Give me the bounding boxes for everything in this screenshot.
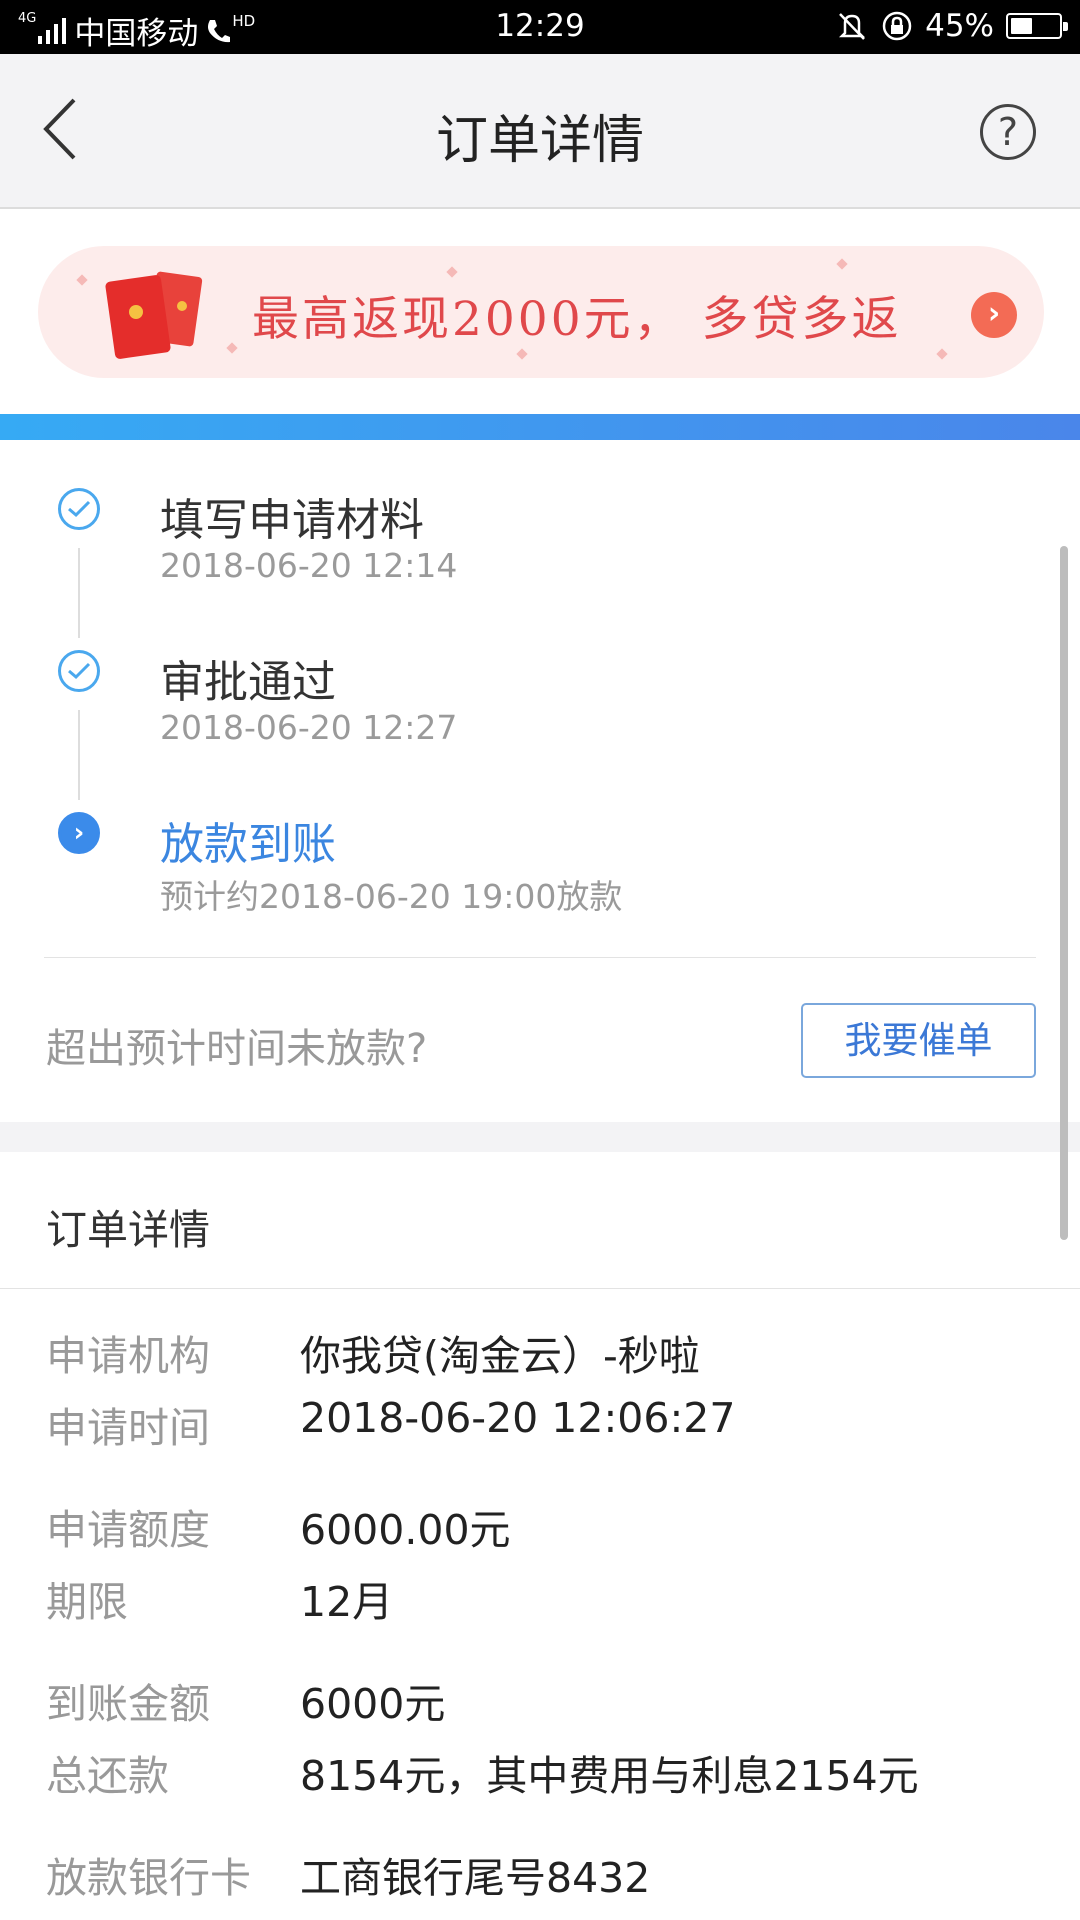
status-bar: 4G 中国移动 HD 12:29 45% [0,0,1080,54]
detail-label: 总还款 [46,1752,169,1800]
check-circle-icon [58,488,100,530]
detail-value: 12月 [300,1578,394,1626]
chevron-right-circle-icon: › [58,812,100,854]
gradient-stripe [0,414,1080,440]
urge-order-button[interactable]: 我要催单 [801,1003,1036,1078]
step-title: 填写申请材料 [160,495,424,546]
details-title: 订单详情 [46,1206,210,1254]
promo-banner[interactable]: 最高返现2000元， 多贷多返 › [38,246,1044,378]
promo-arrow-icon: › [971,292,1017,338]
battery-icon [1006,13,1068,39]
overdue-question: 超出预计时间未放款? [46,1026,428,1072]
sparkle-decor [836,258,848,270]
step-eta: 预计约2018-06-20 19:00放款 [160,877,623,916]
step-title: 审批通过 [160,657,336,708]
step-time: 2018-06-20 12:27 [160,708,458,747]
detail-value: 6000元 [300,1680,446,1728]
vibrate-mute-icon [839,13,866,40]
check-circle-icon [58,650,100,692]
detail-label: 到账金额 [46,1680,210,1728]
detail-label: 申请机构 [46,1332,210,1380]
detail-value: 你我贷(淘金云）-秒啦 [300,1332,700,1380]
page-title: 订单详情 [435,111,644,171]
divider [0,1288,1080,1289]
detail-label: 申请额度 [46,1506,210,1554]
help-button[interactable]: ? [980,104,1036,160]
sparkle-decor [516,348,528,360]
timeline-connector [78,710,80,800]
sparkle-decor [226,342,238,354]
detail-value: 8154元，其中费用与利息2154元 [300,1752,919,1800]
timeline-connector [78,548,80,638]
detail-value: 工商银行尾号8432 [300,1854,651,1902]
sparkle-decor [76,274,88,286]
battery-percent: 45% [925,8,994,44]
divider [44,957,1036,958]
step-time: 2018-06-20 12:14 [160,546,458,585]
detail-label: 期限 [46,1578,128,1626]
sparkle-decor [446,266,458,278]
step-title-current: 放款到账 [160,819,336,870]
detail-value: 2018-06-20 12:06:27 [300,1394,736,1442]
nav-bar: 订单详情 ? [0,54,1080,209]
section-gap [0,1122,1080,1152]
red-envelope-icon [105,271,203,359]
detail-label: 放款银行卡 [46,1854,251,1902]
scrollbar[interactable] [1060,546,1068,1240]
rotation-lock-icon [882,11,912,41]
detail-value: 6000.00元 [300,1506,511,1554]
status-right: 45% [835,8,1068,44]
detail-label: 申请时间 [46,1404,210,1452]
promo-text: 最高返现2000元， 多贷多返 [252,292,902,347]
sparkle-decor [936,348,948,360]
